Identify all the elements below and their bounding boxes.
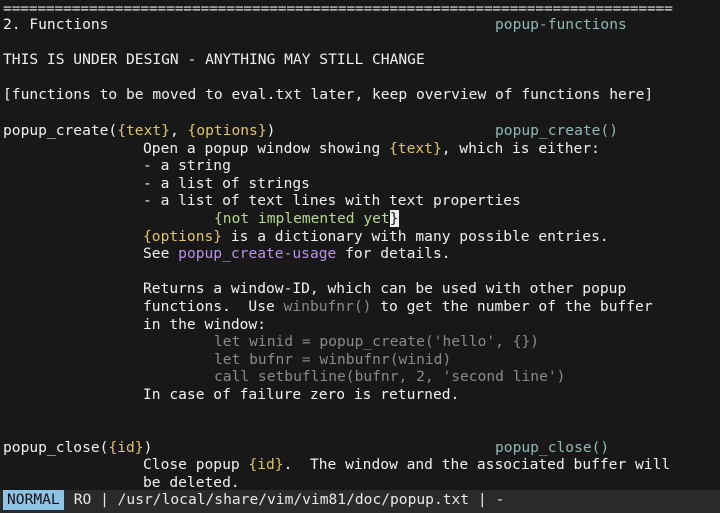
fn-close-paren: ) bbox=[266, 122, 276, 139]
text: is a dictionary with many possible entri… bbox=[222, 227, 609, 245]
close-desc-1: Close popup {id}. The window and the ass… bbox=[143, 456, 670, 474]
text: functions. Use bbox=[143, 298, 284, 315]
create-use-line: functions. Use winbufnr() to get the num… bbox=[143, 298, 653, 316]
text-cursor: } bbox=[389, 210, 399, 227]
text: . The window and the associated buffer w… bbox=[283, 456, 671, 474]
not-implemented-line: {not implemented yet} bbox=[214, 210, 399, 228]
note-line: [functions to be moved to eval.txt later… bbox=[3, 86, 654, 103]
arg-options: {options} bbox=[187, 122, 267, 139]
arg-separator: , bbox=[169, 122, 188, 139]
create-options-line: {options} is a dictionary with many poss… bbox=[143, 228, 609, 246]
arg-text: {text} bbox=[389, 139, 442, 157]
text: Open a popup window showing bbox=[143, 139, 390, 157]
example-line-1: let winid = popup_create('hello', {}) bbox=[214, 333, 540, 351]
warning-line: THIS IS UNDER DESIGN - ANYTHING MAY STIL… bbox=[3, 51, 425, 68]
create-item-1: - a string bbox=[143, 157, 231, 175]
fn-name: popup_create( bbox=[3, 122, 118, 139]
winbufnr-link[interactable]: winbufnr() bbox=[284, 298, 372, 315]
popup-create-usage-link[interactable]: popup_create-usage bbox=[178, 245, 336, 262]
example-line-2: let bufnr = winbufnr(winid) bbox=[214, 350, 452, 368]
arg-text: {text} bbox=[117, 122, 170, 139]
status-line: NORMAL RO | /usr/local/share/vim/vim81/do… bbox=[0, 490, 720, 513]
close-desc-2: be deleted. bbox=[143, 474, 240, 490]
mode-indicator: NORMAL bbox=[3, 490, 64, 510]
fn-close-paren: ) bbox=[143, 438, 153, 456]
create-desc-1: Open a popup window showing {text}, whic… bbox=[143, 140, 600, 158]
not-implemented: {not implemented yet bbox=[214, 210, 390, 227]
create-failure-line: In case of failure zero is returned. bbox=[143, 386, 460, 403]
text: , which is either: bbox=[441, 139, 600, 157]
popup-create-tag[interactable]: popup_create() bbox=[495, 122, 618, 140]
text: Close popup bbox=[143, 456, 249, 474]
create-returns-line: Returns a window-ID, which can be used w… bbox=[143, 280, 627, 298]
arg-options: {options} bbox=[143, 227, 223, 245]
section-title: 2. Functions bbox=[3, 16, 109, 33]
text: to get the number of the buffer bbox=[371, 298, 653, 315]
popup-create-signature: popup_create({text}, {options}) bbox=[3, 122, 275, 140]
section-tag[interactable]: popup-functions bbox=[495, 16, 627, 34]
section-title-line: 2. Functions bbox=[3, 16, 108, 34]
text: See bbox=[143, 245, 179, 263]
arg-id: {id} bbox=[108, 438, 144, 456]
section-separator: ========================================… bbox=[3, 0, 673, 17]
create-see-line: See popup_create-usage for details. bbox=[143, 245, 451, 263]
example-line-3: call setbufline(bufnr, 2, 'second line') bbox=[214, 368, 566, 386]
file-info: RO | /usr/local/share/vim/vim81/doc/popu… bbox=[73, 491, 505, 508]
text: for details. bbox=[336, 245, 451, 263]
popup-close-tag[interactable]: popup_close() bbox=[495, 439, 609, 457]
create-item-3: - a list of text lines with text propert… bbox=[143, 192, 521, 210]
create-item-2: - a list of strings bbox=[143, 174, 310, 192]
arg-id: {id} bbox=[248, 456, 284, 474]
popup-close-signature: popup_close({id}) bbox=[3, 439, 152, 457]
help-buffer[interactable]: ========================================… bbox=[0, 0, 720, 490]
fn-name: popup_close( bbox=[3, 438, 109, 456]
create-in-window-line: in the window: bbox=[143, 315, 267, 333]
